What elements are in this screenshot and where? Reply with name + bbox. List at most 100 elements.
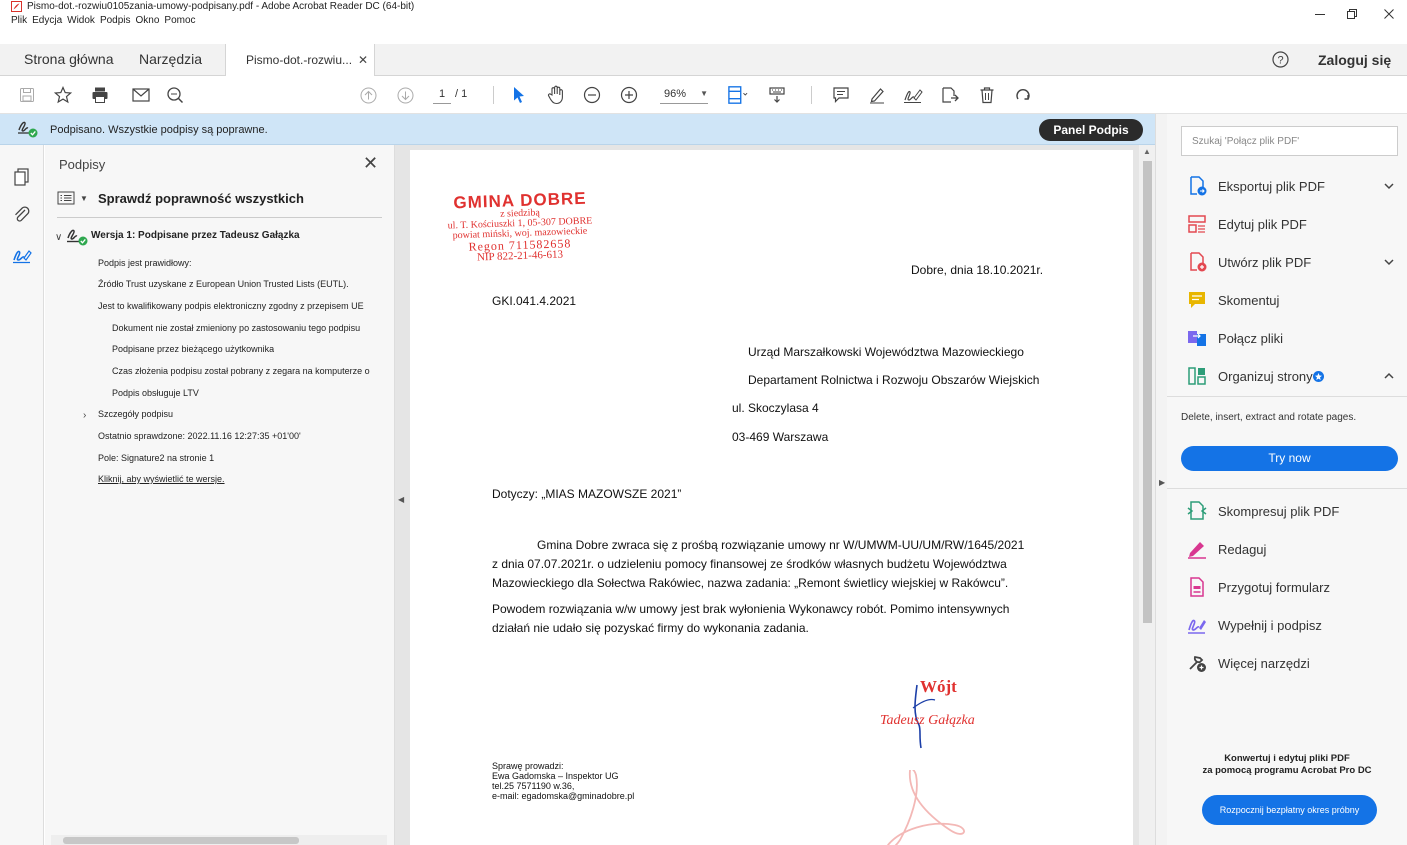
tab-document[interactable]: Pismo-dot.-rozwiu... ✕ <box>225 44 375 76</box>
bookmark-button[interactable] <box>53 85 73 105</box>
redact-icon <box>1188 542 1206 559</box>
fit-page-button[interactable] <box>728 85 748 105</box>
tool-prepare-form[interactable]: Przygotuj formularz <box>1167 571 1407 603</box>
window-title: Pismo-dot.-rozwiu0105zania-umowy-podpisa… <box>27 1 415 12</box>
scrollbar-thumb[interactable] <box>1143 161 1152 623</box>
help-icon[interactable]: ? <box>1272 51 1289 68</box>
tab-close-icon[interactable]: ✕ <box>358 53 368 67</box>
prev-page-button[interactable] <box>358 85 378 105</box>
tool-create-pdf[interactable]: Utwórz plik PDF <box>1167 246 1407 278</box>
document-viewport[interactable]: ◀ GMINA DOBRE z siedzibą ul. T. Kościusz… <box>395 145 1155 845</box>
menu-item-view[interactable]: Widok <box>67 15 95 26</box>
acrobat-pro-promo: Konwertuj i edytuj pliki PDF za pomocą p… <box>1167 753 1407 777</box>
collapse-panel-arrow-icon[interactable]: ◀ <box>398 495 404 504</box>
signature-version-item[interactable]: Wersja 1: Podpisane przez Tadeusz Gałązk… <box>91 230 300 241</box>
minimize-button[interactable] <box>1310 6 1330 22</box>
tool-redact[interactable]: Redaguj <box>1167 533 1407 565</box>
login-link[interactable]: Zaloguj się <box>1318 52 1391 68</box>
zoom-out-button[interactable] <box>582 85 602 105</box>
pane-divider <box>1167 488 1407 489</box>
signature-detail-line: Czas złożenia podpisu został pobrany z z… <box>112 366 370 376</box>
tool-edit-pdf[interactable]: Edytuj plik PDF <box>1167 208 1407 240</box>
tool-fill-sign[interactable]: Wypełnij i podpisz <box>1167 609 1407 641</box>
tool-compress-pdf[interactable]: Skompresuj plik PDF <box>1167 495 1407 527</box>
search-button[interactable] <box>165 85 185 105</box>
chevron-right-icon[interactable]: › <box>83 410 86 421</box>
chevron-down-icon[interactable] <box>1383 180 1395 192</box>
tools-pane: Szukaj 'Połącz plik PDF' Eksportuj plik … <box>1167 114 1407 845</box>
tool-comment[interactable]: Skomentuj <box>1167 284 1407 316</box>
signature-detail-line: Jest to kwalifikowany podpis elektronicz… <box>98 301 364 311</box>
star-icon <box>54 86 72 104</box>
signature-panel-button[interactable]: Panel Podpis <box>1039 119 1143 141</box>
save-button[interactable] <box>17 85 37 105</box>
share-button[interactable] <box>940 85 960 105</box>
tab-tools[interactable]: Narzędzia <box>139 51 202 67</box>
options-list-icon[interactable] <box>57 191 75 205</box>
show-version-link[interactable]: Kliknij, aby wyświetlić te wersje. <box>98 474 225 484</box>
print-button[interactable] <box>90 85 110 105</box>
attachment-icon[interactable] <box>12 205 32 225</box>
chevron-down-icon[interactable] <box>1383 256 1395 268</box>
right-pane-toggle[interactable]: ▶ <box>1155 114 1167 845</box>
zoom-dropdown[interactable]: 96% ▼ <box>660 86 708 104</box>
expand-arrow-icon[interactable]: ▶ <box>1159 478 1165 487</box>
chevron-down-icon[interactable]: ▼ <box>80 194 88 203</box>
select-tool-button[interactable] <box>509 85 529 105</box>
try-now-button[interactable]: Try now <box>1181 446 1398 471</box>
verify-all-button[interactable]: Sprawdź poprawność wszystkich <box>98 191 304 206</box>
signature-panel-icon[interactable] <box>12 245 32 265</box>
sign-button[interactable] <box>903 85 923 105</box>
tool-organize-pages[interactable]: Organizuj strony <box>1167 360 1407 392</box>
highlight-button[interactable] <box>867 85 887 105</box>
delete-button[interactable] <box>977 85 997 105</box>
menu-item-window[interactable]: Okno <box>136 15 160 26</box>
menu-item-file[interactable]: Plik <box>11 15 27 26</box>
tool-label: Skompresuj plik PDF <box>1218 504 1340 519</box>
tab-home[interactable]: Strona główna <box>24 51 114 67</box>
acrobat-watermark-icon <box>886 770 965 845</box>
next-page-button[interactable] <box>395 85 415 105</box>
paragraph-line: Mazowieckiego dla Sołectwa Rakówiec, naz… <box>492 576 1009 590</box>
signature-details-toggle[interactable]: Szczegóły podpisu <box>98 409 173 419</box>
tool-label: Eksportuj plik PDF <box>1218 179 1325 194</box>
tool-label: Utwórz plik PDF <box>1218 255 1312 270</box>
document-vertical-scrollbar[interactable]: ▲ <box>1139 145 1155 845</box>
toolbar: 1 / 1 96% ▼ <box>0 76 1407 114</box>
tool-more-tools[interactable]: Więcej narzędzi <box>1167 647 1407 679</box>
email-button[interactable] <box>131 85 151 105</box>
comment-button[interactable] <box>831 85 851 105</box>
menu-item-sign[interactable]: Podpis <box>100 15 131 26</box>
restore-button[interactable] <box>1342 6 1362 22</box>
compress-pdf-icon <box>1187 501 1207 520</box>
tools-search-input[interactable]: Szukaj 'Połącz plik PDF' <box>1181 126 1398 156</box>
tool-export-pdf[interactable]: Eksportuj plik PDF <box>1167 170 1407 202</box>
panel-horizontal-scrollbar[interactable] <box>51 835 387 845</box>
tool-combine-files[interactable]: Połącz pliki <box>1167 322 1407 354</box>
close-window-button[interactable] <box>1379 6 1399 22</box>
organize-description: Delete, insert, extract and rotate pages… <box>1181 412 1357 423</box>
valid-signature-icon <box>67 229 88 246</box>
office-stamp: GMINA DOBRE z siedzibą ul. T. Kościuszki… <box>420 189 620 264</box>
hand-tool-button[interactable] <box>546 85 566 105</box>
signature-detail-line: Podpis obsługuje LTV <box>112 388 199 398</box>
more-tools-icon <box>1189 655 1206 672</box>
page-number-input[interactable]: 1 <box>433 86 451 104</box>
organize-pages-icon <box>1188 367 1206 385</box>
scrollbar-thumb[interactable] <box>63 837 299 844</box>
letter-subject: Dotyczy: „MIAS MAZOWSZE 2021” <box>492 487 682 501</box>
collapse-version-icon[interactable]: ∨ <box>55 232 62 243</box>
scroll-up-arrow-icon[interactable]: ▲ <box>1143 147 1151 156</box>
start-trial-button[interactable]: Rozpocznij bezpłatny okres próbny <box>1202 795 1377 825</box>
pages-icon[interactable] <box>12 167 32 187</box>
menu-item-help[interactable]: Pomoc <box>164 15 195 26</box>
rotate-button[interactable] <box>1013 85 1033 105</box>
paragraph-line: działań nie udało się pozyskać firmy do … <box>492 621 809 635</box>
close-panel-icon[interactable]: ✕ <box>363 153 378 174</box>
menu-item-edit[interactable]: Edycja <box>32 15 62 26</box>
zoom-in-button[interactable] <box>619 85 639 105</box>
prepare-form-icon <box>1190 577 1204 597</box>
recipient-line: ul. Skoczylasa 4 <box>732 401 819 415</box>
keyboard-scroll-button[interactable] <box>767 85 787 105</box>
chevron-up-icon[interactable] <box>1383 370 1395 382</box>
